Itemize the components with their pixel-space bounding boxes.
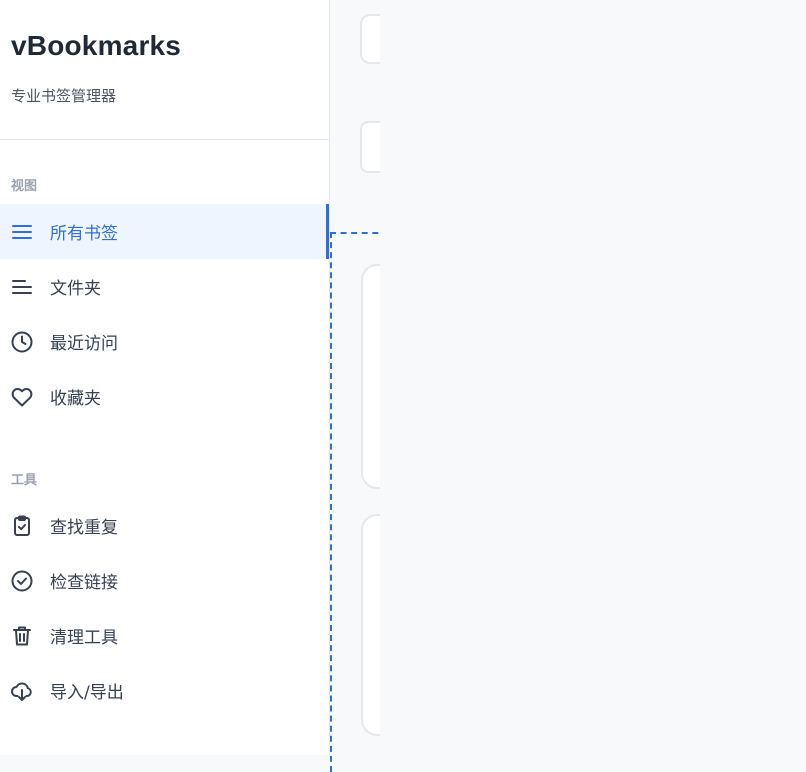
app-subtitle: 专业书签管理器 (11, 87, 117, 105)
section-label-tools: 工具 (11, 473, 38, 488)
sidebar-item-favorites[interactable]: 收藏夹 (0, 369, 329, 424)
folder-lines-icon (10, 275, 34, 299)
sidebar-item-label: 文件夹 (50, 279, 101, 299)
sidebar-item-import-export[interactable]: 导入/导出 (0, 663, 329, 718)
sidebar-item-find-duplicates[interactable]: 查找重复 (0, 498, 329, 553)
check-circle-icon (10, 569, 34, 593)
section-label-views: 视图 (11, 179, 38, 194)
sidebar-item-folders[interactable]: 文件夹 (0, 259, 329, 314)
sidebar-item-check-links[interactable]: 检查链接 (0, 553, 329, 608)
clipboard-check-icon (10, 514, 34, 538)
sidebar-item-label: 收藏夹 (50, 389, 101, 409)
sidebar-item-label: 最近访问 (50, 334, 118, 354)
sidebar-item-label: 检查链接 (50, 573, 118, 593)
sidebar-item-all-bookmarks[interactable]: 所有书签 (0, 204, 329, 259)
sidebar-item-label: 查找重复 (50, 518, 118, 538)
sidebar-item-label: 导入/导出 (50, 683, 124, 703)
sidebar-item-label: 清理工具 (50, 628, 118, 648)
menu-lines-icon (10, 220, 34, 244)
cloud-download-icon (10, 679, 34, 703)
brand-header: vBookmarks 专业书签管理器 (0, 0, 329, 140)
content-panel (380, 0, 806, 755)
clock-icon (10, 330, 34, 354)
app-title: vBookmarks (11, 30, 182, 61)
sidebar-item-label: 所有书签 (50, 224, 118, 244)
sidebar-item-recent[interactable]: 最近访问 (0, 314, 329, 369)
trash-icon (10, 624, 34, 648)
sidebar-item-cleanup-tools[interactable]: 清理工具 (0, 608, 329, 663)
heart-icon (10, 385, 34, 409)
sidebar: vBookmarks 专业书签管理器 视图 所有书签 文件夹 最近访问 收藏夹 … (0, 0, 330, 755)
